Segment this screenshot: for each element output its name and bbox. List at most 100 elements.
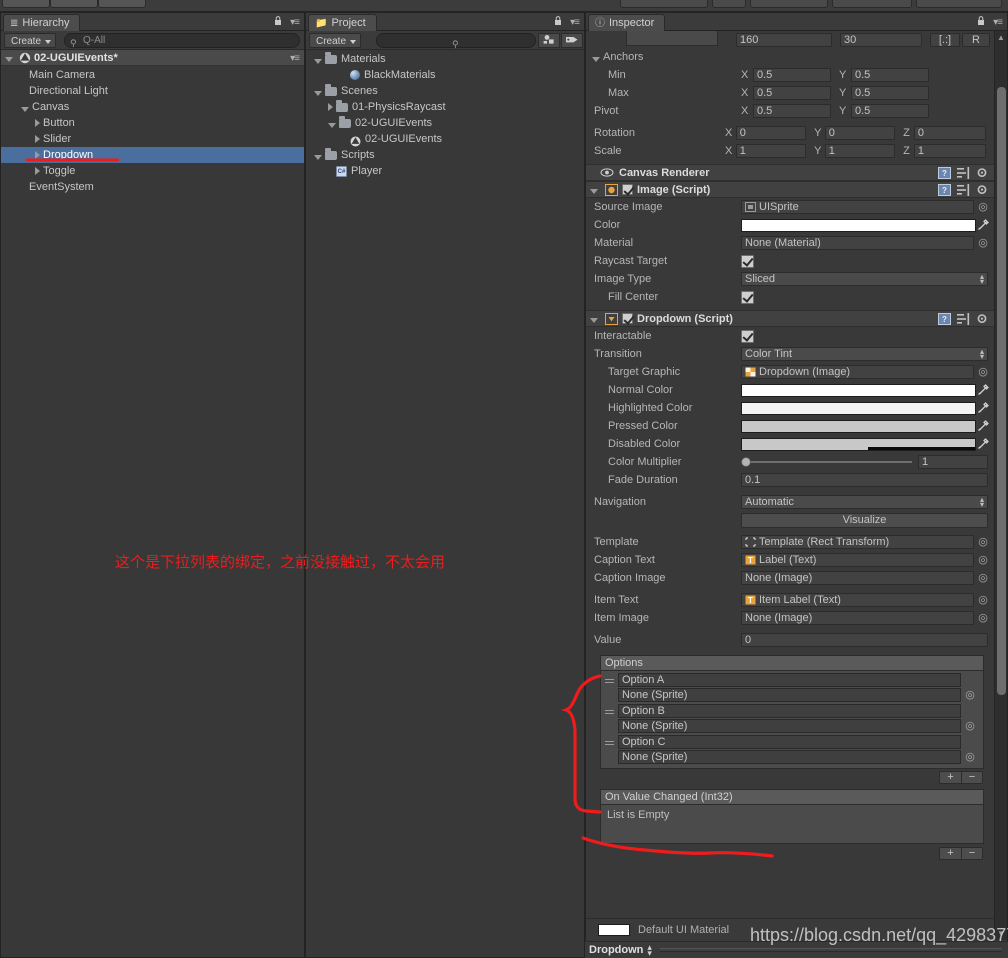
tab-project[interactable]: 📁 Project [308,14,377,31]
layers-button[interactable] [832,0,912,8]
object-picker-icon[interactable]: ◎ [964,720,976,732]
pivot-y-field[interactable]: 0.5 [851,104,929,118]
chevron-right-icon[interactable] [35,135,40,143]
chevron-down-icon[interactable] [21,106,29,112]
navigation-dropdown[interactable]: Automatic ▴ ▾ [741,495,988,509]
rotation-z-field[interactable]: 0 [913,126,986,140]
interactable-checkbox[interactable] [741,329,754,343]
project-search-input[interactable]: ⚲ [376,33,536,49]
raw-edit-button[interactable]: R [962,32,990,47]
transition-dropdown[interactable]: Color Tint ▴ ▾ [741,347,988,361]
lock-icon[interactable] [977,16,985,26]
item-image-field[interactable]: None (Image) ◎ [741,611,988,625]
option-sprite-field[interactable]: None (Sprite) ◎ [618,719,975,733]
lock-icon[interactable] [554,16,562,26]
anchor-max-y-field[interactable]: 0.5 [851,86,929,100]
cloud-button[interactable] [712,0,746,8]
object-picker-icon[interactable]: ◎ [977,594,989,607]
step-button[interactable] [98,0,146,8]
project-create-button[interactable]: Create [309,33,362,48]
object-picker-icon[interactable]: ◎ [964,751,976,763]
remove-listener-button[interactable]: − [961,846,983,860]
fill-center-checkbox[interactable] [741,290,754,304]
add-listener-button[interactable]: + [939,846,961,860]
play-button[interactable] [2,0,50,8]
color-multiplier-field[interactable]: 1 [918,455,988,469]
target-graphic-field[interactable]: Dropdown (Image) ◎ [741,365,988,379]
source-image-field[interactable]: UISprite ◎ [741,200,988,214]
help-icon[interactable]: ? [938,184,951,196]
scale-y-field[interactable]: 1 [824,144,896,158]
rotation-y-field[interactable]: 0 [824,126,896,140]
object-picker-icon[interactable]: ◎ [977,612,989,625]
drag-handle-icon[interactable] [605,679,614,684]
chevron-down-icon[interactable] [314,58,322,64]
chevron-down-icon[interactable] [328,122,336,128]
gear-icon[interactable] [976,167,989,179]
chevron-right-icon[interactable] [35,151,40,159]
project-item-02-uguievents[interactable]: 02-UGUIEvents [306,131,584,147]
object-picker-icon[interactable]: ◎ [977,554,989,567]
component-header-canvas-renderer[interactable]: Canvas Renderer ? [586,164,994,181]
hierarchy-scene-row[interactable]: 02-UGUIEvents* ▾≡ [1,50,304,66]
gear-icon[interactable] [976,184,989,196]
eyedropper-icon[interactable] [977,383,990,396]
anchor-min-x-field[interactable]: 0.5 [753,68,831,82]
caption-text-field[interactable]: T Label (Text) ◎ [741,553,988,567]
chevron-right-icon[interactable] [328,103,333,111]
hierarchy-item-main-camera[interactable]: Main Camera [1,67,304,83]
collab-button[interactable] [620,0,708,8]
pivot-x-field[interactable]: 0.5 [753,104,831,118]
object-picker-icon[interactable]: ◎ [977,366,989,379]
image-material-field[interactable]: None (Material) ◎ [741,236,988,250]
anchor-max-x-field[interactable]: 0.5 [753,86,831,100]
chevron-down-icon[interactable] [314,90,322,96]
chevron-updown-icon[interactable]: ▴ ▾ [647,943,652,958]
layout-button[interactable] [916,0,1002,8]
option-sprite-field[interactable]: None (Sprite) ◎ [618,688,975,702]
gear-icon[interactable] [976,313,989,325]
color-multiplier-slider[interactable] [741,457,912,467]
normal-color-swatch[interactable] [741,383,976,397]
visualize-button[interactable]: Visualize [741,512,988,528]
hierarchy-item-slider[interactable]: Slider [1,131,304,147]
preset-icon[interactable] [957,167,970,179]
caption-image-field[interactable]: None (Image) ◎ [741,571,988,585]
option-sprite-field[interactable]: None (Sprite) ◎ [618,750,975,764]
blueprint-mode-button[interactable]: [.:] [930,32,960,47]
option-list-item[interactable]: Option C None (Sprite) ◎ [601,735,981,764]
slider-handle[interactable] [741,457,751,467]
chevron-right-icon[interactable] [35,167,40,175]
image-enabled-checkbox[interactable] [622,184,633,195]
pressed-color-swatch[interactable] [741,419,976,433]
account-button[interactable] [750,0,828,8]
hierarchy-item-eventsystem[interactable]: EventSystem [1,179,304,195]
hierarchy-item-button[interactable]: Button [1,115,304,131]
chevron-down-icon[interactable] [592,56,600,62]
scene-context-menu-icon[interactable]: ▾≡ [290,53,300,64]
width-field[interactable]: 160 [736,32,832,47]
chevron-down-icon[interactable] [5,57,13,62]
help-icon[interactable]: ? [938,167,951,179]
eyedropper-icon[interactable] [977,419,990,432]
inspector-context-menu-icon[interactable]: ▾≡ [993,17,1003,28]
filter-icon[interactable] [538,33,560,48]
tab-inspector[interactable]: ⓘ Inspector [588,14,666,31]
option-text-field[interactable]: Option A [618,673,961,687]
value-field[interactable]: 0 [741,633,988,647]
chevron-right-icon[interactable] [35,119,40,127]
anchor-min-y-field[interactable]: 0.5 [851,68,929,82]
object-picker-icon[interactable]: ◎ [977,572,989,585]
hierarchy-item-toggle[interactable]: Toggle [1,163,304,179]
option-text-field[interactable]: Option C [618,735,961,749]
dropdown-enabled-checkbox[interactable] [622,313,633,324]
project-item-01-physicsraycast[interactable]: 01-PhysicsRaycast [306,99,584,115]
image-type-dropdown[interactable]: Sliced ▴ ▾ [741,272,988,286]
component-header-image[interactable]: Image (Script) ? [586,181,994,198]
drag-handle-icon[interactable] [605,741,614,746]
label-icon[interactable] [561,33,583,48]
eyedropper-icon[interactable] [977,401,990,414]
project-item-scripts[interactable]: Scripts [306,147,584,163]
project-item-player[interactable]: C# Player [306,163,584,179]
hierarchy-search-input[interactable]: ⚲ Q-All [64,33,300,48]
